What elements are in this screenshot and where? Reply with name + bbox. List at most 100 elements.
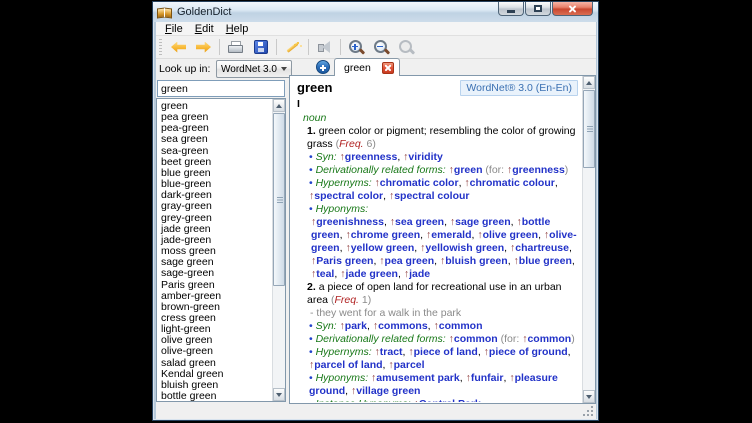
article-pane: green Inoun1. green color or pigment; re… bbox=[289, 75, 596, 404]
article-link[interactable]: common bbox=[454, 333, 498, 345]
tab-close-button[interactable] bbox=[382, 62, 394, 74]
article-link[interactable]: spectral colour bbox=[394, 190, 469, 202]
print-icon bbox=[228, 41, 243, 53]
wand-button[interactable] bbox=[280, 37, 305, 57]
zoom-out-button[interactable] bbox=[369, 37, 394, 57]
article-block: • Instance Hyponyms: ↑Central Park bbox=[309, 398, 579, 402]
article-link[interactable]: jade green bbox=[345, 268, 398, 280]
article-text: • bbox=[309, 320, 316, 332]
article-text: • bbox=[309, 151, 316, 163]
article-link[interactable]: yellowish green bbox=[425, 242, 504, 254]
maximize-button[interactable] bbox=[525, 2, 551, 16]
article-text: • bbox=[309, 372, 316, 384]
resize-grip[interactable] bbox=[583, 406, 593, 416]
article-link[interactable]: common bbox=[439, 320, 483, 332]
close-button[interactable] bbox=[552, 2, 593, 16]
article-link[interactable]: pea green bbox=[385, 255, 435, 267]
menu-file[interactable]: File bbox=[159, 23, 189, 35]
article-link[interactable]: park bbox=[345, 320, 367, 332]
article-link[interactable]: parcel of land bbox=[314, 359, 382, 371]
article-text: , bbox=[568, 346, 571, 358]
toolbar-handle[interactable] bbox=[159, 39, 162, 55]
toolbar-separator bbox=[340, 39, 341, 55]
title-bar[interactable]: GoldenDict bbox=[153, 2, 598, 22]
article-link[interactable]: bluish green bbox=[445, 255, 507, 267]
article-text: Hypernyms: bbox=[316, 346, 372, 358]
list-item[interactable]: sea green bbox=[161, 134, 272, 145]
article-text: 2. bbox=[307, 281, 319, 293]
article-scrollbar[interactable] bbox=[582, 76, 595, 403]
article-text: Syn: bbox=[316, 151, 337, 163]
scroll-up-button[interactable] bbox=[273, 99, 285, 112]
scrollbar-thumb[interactable] bbox=[273, 113, 285, 286]
minimize-icon bbox=[507, 10, 515, 13]
menu-help[interactable]: Help bbox=[220, 23, 255, 35]
word-list-panel: greenpea greenpea-greensea greensea-gree… bbox=[156, 98, 286, 402]
article-link[interactable]: parcel bbox=[394, 359, 425, 371]
dictionary-select[interactable]: WordNet 3.0 bbox=[216, 60, 292, 78]
article-link[interactable]: common bbox=[527, 333, 571, 345]
article-text: (for: bbox=[498, 333, 523, 345]
article-text: Syn: bbox=[316, 320, 337, 332]
article-text: noun bbox=[303, 112, 326, 124]
dictionary-select-value: WordNet 3.0 bbox=[217, 64, 281, 75]
article-link[interactable]: chromatic color bbox=[380, 177, 459, 189]
menu-edit[interactable]: Edit bbox=[189, 23, 220, 35]
sound-button[interactable] bbox=[312, 37, 337, 57]
tab-green[interactable]: green bbox=[334, 58, 400, 76]
article-link[interactable]: green bbox=[454, 164, 483, 176]
list-item[interactable]: sage-green bbox=[161, 268, 272, 279]
article-link[interactable]: jade bbox=[409, 268, 430, 280]
article-link[interactable]: village green bbox=[356, 385, 420, 397]
scrollbar-thumb[interactable] bbox=[583, 90, 595, 168]
article-text: Hyponyms: bbox=[316, 372, 369, 384]
list-item[interactable]: olive-green bbox=[161, 346, 272, 357]
scroll-down-button[interactable] bbox=[583, 390, 595, 403]
article-text: Hyponyms: bbox=[316, 203, 369, 215]
article-link[interactable]: blue green bbox=[519, 255, 572, 267]
wordlist-scrollbar[interactable] bbox=[272, 99, 285, 401]
article-link[interactable]: spectral color bbox=[314, 190, 383, 202]
article-link[interactable]: funfair bbox=[471, 372, 504, 384]
save-icon bbox=[254, 40, 268, 54]
zoom-in-button[interactable] bbox=[344, 37, 369, 57]
back-button[interactable] bbox=[166, 37, 191, 57]
list-item[interactable]: Paris green bbox=[161, 280, 272, 291]
list-item[interactable]: gray-green bbox=[161, 201, 272, 212]
article-link[interactable]: commons bbox=[378, 320, 428, 332]
article-link[interactable]: greenishness bbox=[316, 216, 384, 228]
lookup-label: Look up in: bbox=[159, 63, 210, 75]
article-link[interactable]: sage green bbox=[455, 216, 510, 228]
article-link[interactable]: yellow green bbox=[351, 242, 415, 254]
article-link[interactable]: tract bbox=[380, 346, 403, 358]
dictionary-badge[interactable]: WordNet® 3.0 (En-En) bbox=[460, 80, 578, 96]
article-link[interactable]: piece of land bbox=[414, 346, 478, 358]
article-link[interactable]: amusement park bbox=[376, 372, 459, 384]
article-link[interactable]: viridity bbox=[408, 151, 442, 163]
minimize-button[interactable] bbox=[498, 2, 524, 16]
article-link[interactable]: Central Park bbox=[419, 398, 481, 402]
article-text: - they went for a walk in the park bbox=[310, 307, 461, 319]
article-link[interactable]: chromatic colour bbox=[470, 177, 555, 189]
toolbar bbox=[156, 36, 596, 59]
forward-button[interactable] bbox=[191, 37, 216, 57]
article-link[interactable]: piece of ground bbox=[489, 346, 568, 358]
save-button[interactable] bbox=[248, 37, 273, 57]
article-text: • bbox=[309, 164, 316, 176]
article-link[interactable]: chartreuse bbox=[515, 242, 569, 254]
search-input[interactable] bbox=[157, 80, 285, 97]
print-button[interactable] bbox=[223, 37, 248, 57]
article-link[interactable]: Paris green bbox=[316, 255, 373, 267]
list-item[interactable]: bottle green bbox=[161, 391, 272, 402]
scroll-up-button[interactable] bbox=[583, 76, 595, 89]
article-link[interactable]: teal bbox=[316, 268, 334, 280]
article-link[interactable]: sea green bbox=[395, 216, 444, 228]
article-link[interactable]: greenness bbox=[512, 164, 565, 176]
arrow-up-icon bbox=[586, 81, 592, 85]
new-tab-button[interactable] bbox=[316, 60, 330, 74]
article-link[interactable]: greenness bbox=[345, 151, 398, 163]
scroll-down-button[interactable] bbox=[273, 388, 285, 401]
article-link[interactable]: chrome green bbox=[351, 229, 420, 241]
article-link[interactable]: olive green bbox=[483, 229, 538, 241]
article-link[interactable]: emerald bbox=[431, 229, 471, 241]
